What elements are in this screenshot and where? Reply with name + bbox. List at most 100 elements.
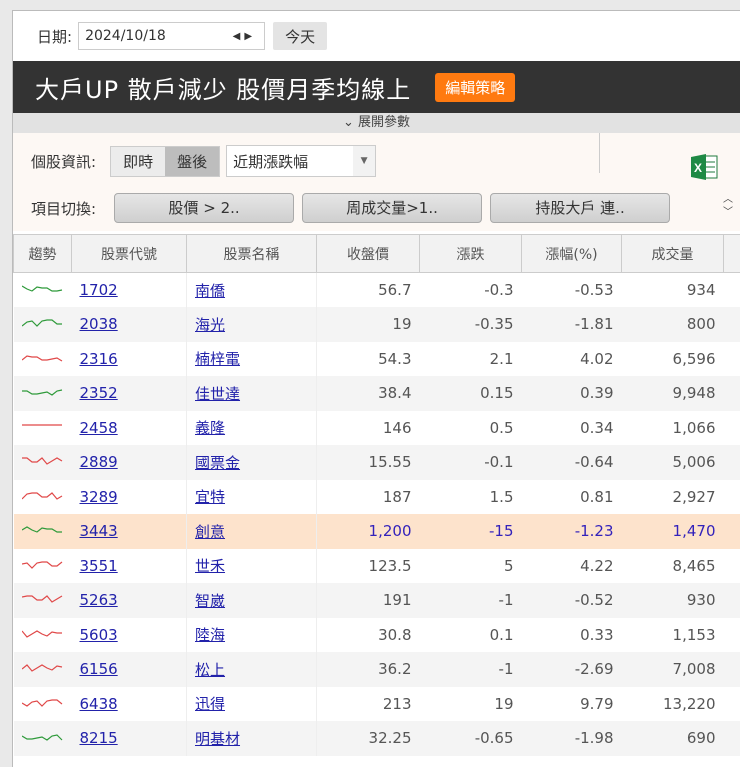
code-cell: 3289 [71,479,187,514]
stock-name-link[interactable]: 楠梓電 [195,350,240,368]
table-row[interactable]: 5603 陸海 30.8 0.1 0.33 1,153 [14,617,740,652]
volume-cell: 2,927 [672,487,716,506]
stock-code-link[interactable]: 3551 [80,557,118,575]
stock-name-link[interactable]: 智崴 [195,592,225,610]
sparkline-icon [21,561,62,569]
stock-name-link[interactable]: 國票金 [195,454,240,472]
column-header-trend[interactable]: 趨勢 [13,234,72,273]
stock-code-link[interactable]: 8215 [80,729,118,747]
stock-code-link[interactable]: 2889 [80,453,118,471]
change-cell: 0.1 [489,625,514,644]
stock-code-link[interactable]: 5603 [80,626,118,644]
stock-code-link[interactable]: 1702 [80,281,118,299]
close-cell: 1,200 [316,514,420,549]
column-header-extra[interactable]: 5 [723,234,740,273]
stock-code-link[interactable]: 2352 [80,384,118,402]
stock-name-link[interactable]: 宜特 [195,488,225,506]
code-cell: 2352 [71,376,187,411]
change-cell: 5 [503,556,514,575]
trend-cell [13,583,72,618]
name-cell: 南僑 [186,272,317,307]
stock-name-link[interactable]: 創意 [195,523,225,541]
change-cell: 0.5 [489,418,514,437]
code-cell: 3551 [71,548,187,583]
info-type-dropdown[interactable]: 近期漲跌幅 ▼ [226,145,377,177]
table-row[interactable]: 3289 宜特 187 1.5 0.81 2,927 [14,479,740,514]
table-row[interactable]: 2889 國票金 15.55 -0.1 -0.64 5,006 [13,445,740,480]
stock-name-link[interactable]: 陸海 [195,626,225,644]
volume-cell: 1,153 [672,625,716,644]
switch-item-1[interactable]: 股價 > 2.. [114,193,295,223]
name-cell: 創意 [186,514,317,549]
stock-code-link[interactable]: 3289 [80,488,118,506]
change-pct-cell: 0.39 [521,376,622,411]
table-row[interactable]: 3443 創意 1,200 -15 -1.23 1,470 [13,514,740,549]
switch-item-2[interactable]: 周成交量>1.. [302,193,483,223]
stock-name-link[interactable]: 南僑 [195,282,225,300]
table-row[interactable]: 8215 明基材 32.25 -0.65 -1.98 690 [13,721,740,756]
column-header-name[interactable]: 股票名稱 [186,234,317,273]
table-row[interactable]: 3551 世禾 123.5 5 4.22 8,465 [14,548,740,583]
stock-name-link[interactable]: 明基材 [195,730,240,748]
date-input[interactable]: 2024/10/18 ◀▶ [78,22,266,50]
stock-name-link[interactable]: 世禾 [195,557,225,575]
stock-code-link[interactable]: 2038 [80,315,118,333]
divider [599,133,600,173]
volume-cell: 9,948 [621,376,724,411]
table-row[interactable]: 1702 南僑 56.7 -0.3 -0.53 934 [14,272,740,307]
code-cell: 5603 [71,617,187,652]
code-cell: 6156 [71,652,187,687]
column-header-change-pct[interactable]: 漲幅(%) [521,234,622,273]
controls-area: 個股資訊: 即時 盤後 近期漲跌幅 ▼ X 項目切換: 股價 > 2.. 周成交… [13,133,740,231]
stock-code-link[interactable]: 5263 [80,591,118,609]
table-row[interactable]: 2038 海光 19 -0.35 -1.81 800 [13,307,740,342]
change-pct-cell: 0.34 [580,418,614,437]
close-cell: 56.7 [378,281,412,299]
table-row[interactable]: 2352 佳世達 38.4 0.15 0.39 9,948 [13,376,740,411]
stock-code-link[interactable]: 3443 [80,522,118,540]
column-header-change[interactable]: 漲跌 [419,234,522,273]
table-row[interactable]: 2458 義隆 146 0.5 0.34 1,066 [14,410,740,445]
table-row[interactable]: 6438 迅得 213 19 9.79 13,220 [14,686,740,721]
column-header-close[interactable]: 收盤價 [316,234,420,273]
stock-code-link[interactable]: 6438 [80,695,118,713]
stock-name-link[interactable]: 松上 [195,661,225,679]
close-cell: 54.3 [378,349,412,368]
close-cell: 36.2 [316,652,420,687]
column-header-volume[interactable]: 成交量 [621,234,724,273]
code-cell: 5263 [71,583,187,618]
edit-strategy-button[interactable]: 編輯策略 [435,72,516,102]
stock-code-link[interactable]: 2316 [80,350,118,368]
date-prev-next-arrows-icon[interactable]: ◀▶ [233,31,256,42]
table-row[interactable]: 6156 松上 36.2 -1 -2.69 7,008 [13,652,740,687]
excel-export-icon[interactable]: X [689,153,719,181]
today-button[interactable]: 今天 [273,22,328,50]
stock-name-link[interactable]: 義隆 [195,419,225,437]
table-row[interactable]: 5263 智崴 191 -1 -0.52 930 [13,583,740,618]
realtime-button[interactable]: 即時 [111,146,166,176]
volume-cell: 930 [621,583,724,618]
stock-code-link[interactable]: 2458 [80,419,118,437]
stock-code-link[interactable]: 6156 [80,660,118,678]
volume-cell: 1,470 [621,514,724,549]
expand-params-toggle[interactable]: ⌄ 展開參數 [13,113,740,133]
date-label: 日期: [37,27,73,46]
stock-name-link[interactable]: 迅得 [195,695,225,713]
stock-name-link[interactable]: 海光 [195,316,225,334]
table-row[interactable]: 2316 楠梓電 54.3 2.1 4.02 6,596 [14,341,740,377]
stock-name-link[interactable]: 佳世達 [195,385,240,403]
change-pct-cell: -1.23 [521,514,622,549]
sparkline-icon [21,355,62,362]
after-hours-button[interactable]: 盤後 [165,146,220,176]
volume-cell: 690 [621,721,724,756]
code-cell: 8215 [71,721,187,756]
switch-scroll-arrows-icon[interactable]: ︿ ﹀ [719,193,737,219]
trend-cell [13,307,72,342]
change-pct-cell: -1.81 [521,307,622,342]
column-header-code[interactable]: 股票代號 [71,234,187,273]
switch-item-3[interactable]: 持股大戶 連.. [490,193,671,223]
sparkline-icon [21,699,62,707]
trend-cell [14,342,72,377]
volume-cell: 934 [686,281,716,299]
change-pct-cell: 9.79 [580,694,614,713]
